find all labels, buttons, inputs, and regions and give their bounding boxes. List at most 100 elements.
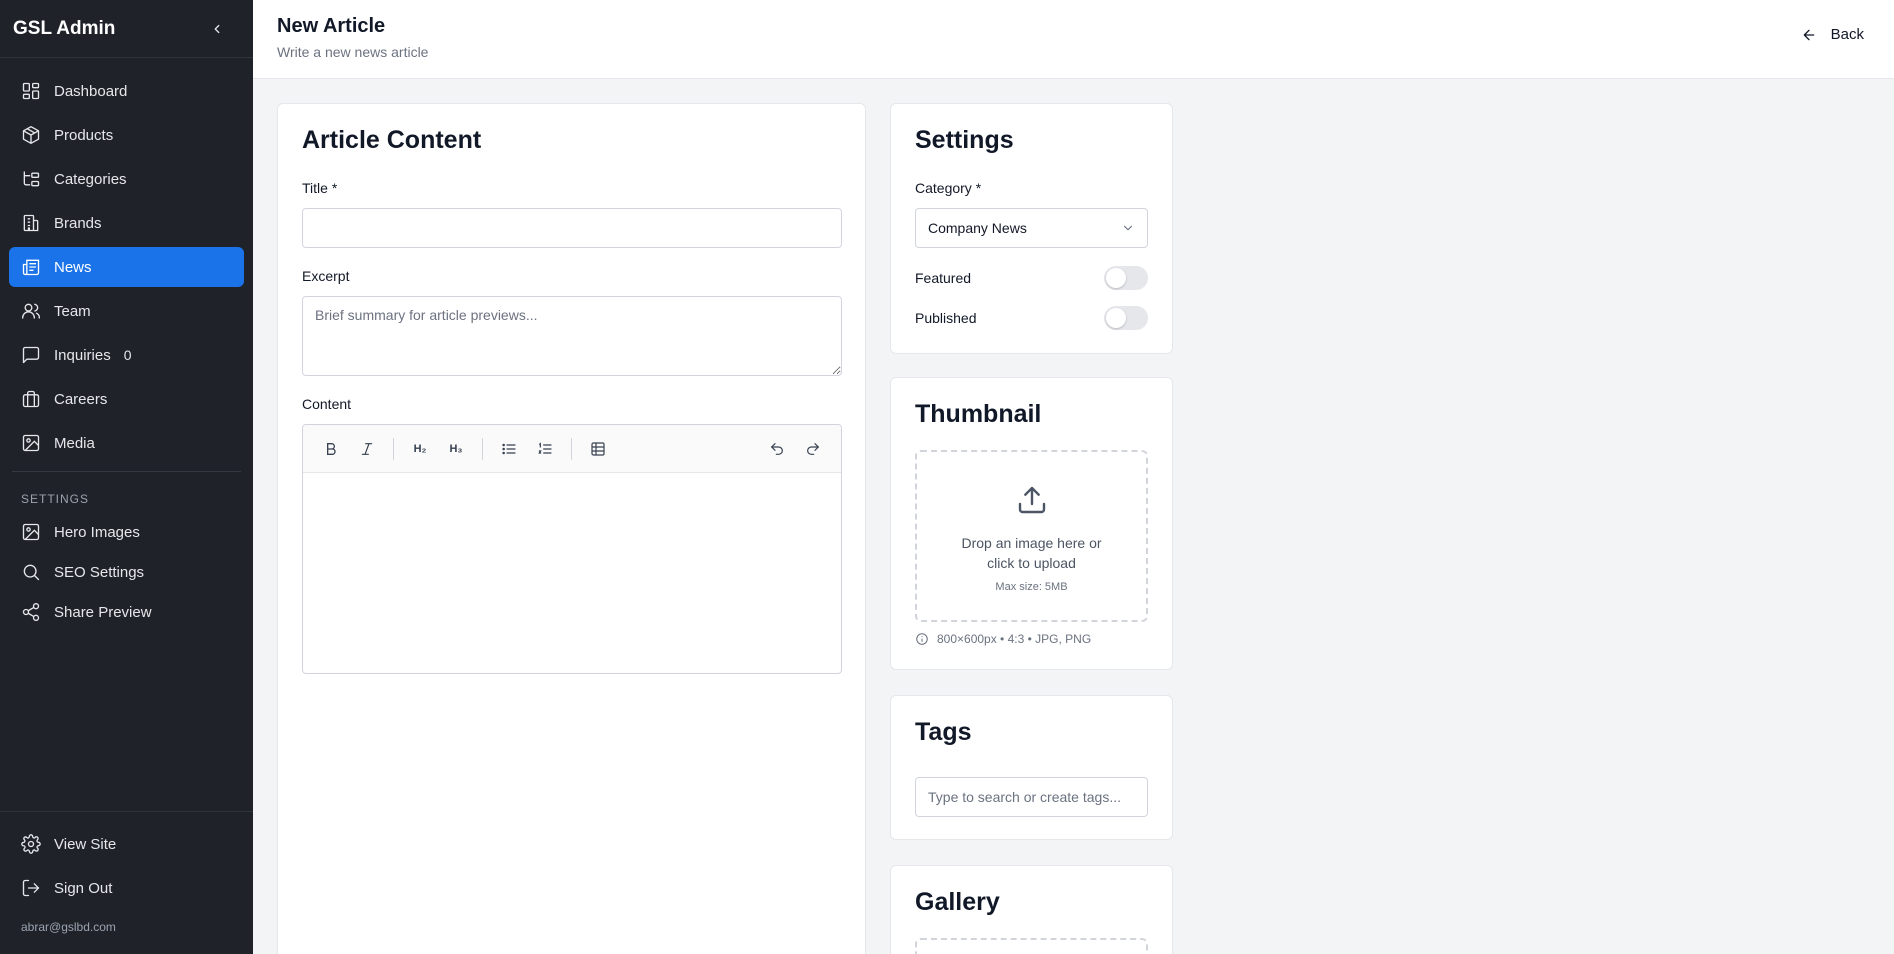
sidebar-item-seo-settings[interactable]: SEO Settings — [9, 552, 244, 592]
inquiries-count-badge: 0 — [123, 347, 132, 363]
excerpt-textarea[interactable] — [302, 296, 842, 376]
sidebar-item-label: Share Preview — [54, 603, 152, 621]
dropzone-text: Drop an image here or click to upload — [961, 535, 1102, 571]
message-square-icon — [21, 345, 41, 365]
editor-toolbar: H₂ H₃ — [303, 425, 841, 473]
chevron-left-icon — [214, 24, 220, 33]
list-ordered-icon — [538, 441, 552, 454]
sidebar-item-label: Categories — [54, 170, 127, 188]
sidebar-item-label: Brands — [54, 214, 102, 232]
sidebar-item-brands[interactable]: Brands — [9, 203, 244, 243]
sidebar-item-view-site[interactable]: View Site — [9, 824, 244, 864]
info-icon — [916, 633, 928, 645]
bold-button[interactable] — [316, 434, 346, 464]
sidebar-item-label: News — [54, 258, 92, 276]
gallery-title: Gallery — [915, 888, 1000, 916]
redo-icon — [807, 443, 819, 455]
insert-table-button[interactable] — [583, 434, 613, 464]
sidebar-item-inquiries[interactable]: Inquiries 0 — [9, 335, 244, 375]
sidebar-divider — [12, 471, 241, 472]
sidebar-item-products[interactable]: Products — [9, 115, 244, 155]
category-value: Company News — [928, 220, 1027, 236]
sidebar-item-media[interactable]: Media — [9, 423, 244, 463]
sidebar-item-categories[interactable]: Categories — [9, 159, 244, 199]
briefcase-icon — [21, 389, 41, 409]
sidebar-item-dashboard[interactable]: Dashboard — [9, 71, 244, 111]
redo-button[interactable] — [798, 434, 828, 464]
heading-3-button[interactable]: H₃ — [441, 434, 471, 464]
sidebar-nav: Dashboard Products Categories Brands New… — [0, 58, 253, 463]
article-content-card: Article Content Title * Excerpt Content … — [277, 103, 866, 954]
featured-row: Featured — [915, 266, 1148, 290]
thumbnail-info-text: 800×600px • 4:3 • JPG, PNG — [937, 632, 1092, 646]
undo-button[interactable] — [762, 434, 792, 464]
sidebar-item-sign-out[interactable]: Sign Out — [9, 868, 244, 908]
sidebar-item-label: Team — [54, 302, 91, 320]
ordered-list-button[interactable] — [530, 434, 560, 464]
settings-section-heading: SETTINGS — [21, 492, 90, 506]
sidebar-item-label: Inquiries — [54, 346, 111, 364]
gallery-card: Gallery — [890, 865, 1173, 954]
content-label: Content — [302, 396, 352, 412]
toolbar-separator — [571, 437, 572, 460]
arrow-left-icon — [1803, 29, 1814, 40]
sidebar-item-label: Careers — [54, 390, 108, 408]
back-button[interactable]: Back — [1801, 26, 1864, 43]
sidebar-item-share-preview[interactable]: Share Preview — [9, 592, 244, 632]
tags-card: Tags — [890, 695, 1173, 840]
sidebar-item-hero-images[interactable]: Hero Images — [9, 512, 244, 552]
featured-toggle[interactable] — [1104, 266, 1148, 290]
category-select[interactable]: Company News — [915, 208, 1148, 248]
sidebar-item-careers[interactable]: Careers — [9, 379, 244, 419]
published-row: Published — [915, 306, 1148, 330]
folder-tree-icon — [21, 169, 41, 189]
tags-input[interactable] — [915, 777, 1148, 817]
sidebar-item-label: Media — [54, 434, 95, 452]
tags-title: Tags — [915, 718, 972, 746]
history-controls — [759, 434, 831, 464]
excerpt-label: Excerpt — [302, 268, 350, 284]
log-out-icon — [21, 878, 41, 898]
published-toggle[interactable] — [1104, 306, 1148, 330]
toggle-knob — [1106, 268, 1126, 288]
sidebar-item-label: SEO Settings — [54, 563, 145, 581]
gallery-dropzone[interactable] — [915, 938, 1148, 954]
featured-label: Featured — [915, 270, 972, 286]
heading-2-button[interactable]: H₂ — [405, 434, 435, 464]
thumbnail-title: Thumbnail — [915, 400, 1042, 428]
image-icon — [21, 433, 41, 453]
sidebar-footer: View Site Sign Out abrar@gslbd.com — [0, 811, 253, 954]
settings-card: Settings Category * Company News Feature… — [890, 103, 1173, 354]
thumbnail-dropzone[interactable]: Drop an image here or click to upload Ma… — [915, 450, 1148, 622]
table-icon — [591, 441, 605, 456]
sidebar-item-label: Sign Out — [54, 879, 113, 897]
bold-icon — [327, 442, 336, 455]
search-icon — [21, 562, 41, 582]
collapse-sidebar-button[interactable] — [207, 19, 227, 39]
published-label: Published — [915, 310, 977, 326]
thumbnail-info: 800×600px • 4:3 • JPG, PNG — [915, 632, 1091, 646]
dropzone-max-size: Max size: 5MB — [995, 581, 1068, 593]
sidebar-settings-nav: Hero Images SEO Settings Share Preview — [0, 512, 253, 632]
upload-icon — [1018, 486, 1045, 514]
title-label: Title * — [302, 180, 338, 196]
italic-button[interactable] — [352, 434, 382, 464]
share-icon — [21, 602, 41, 622]
settings-title: Settings — [915, 126, 1014, 154]
sidebar-item-team[interactable]: Team — [9, 291, 244, 331]
sidebar-item-news[interactable]: News — [9, 247, 244, 287]
sidebar-header: GSL Admin — [0, 0, 253, 58]
sidebar-item-label: Dashboard — [54, 82, 128, 100]
dashboard-icon — [21, 81, 41, 101]
toggle-knob — [1106, 308, 1126, 328]
title-input[interactable] — [302, 208, 842, 248]
bullet-list-button[interactable] — [494, 434, 524, 464]
back-label: Back — [1830, 26, 1864, 43]
sidebar-item-label: View Site — [54, 835, 117, 853]
sidebar-item-label: Products — [54, 126, 114, 144]
category-label: Category * — [915, 180, 982, 196]
gear-icon — [21, 834, 41, 854]
editor-content-area[interactable] — [303, 473, 841, 673]
package-icon — [21, 125, 41, 145]
page-subtitle: Write a new news article — [277, 44, 429, 60]
